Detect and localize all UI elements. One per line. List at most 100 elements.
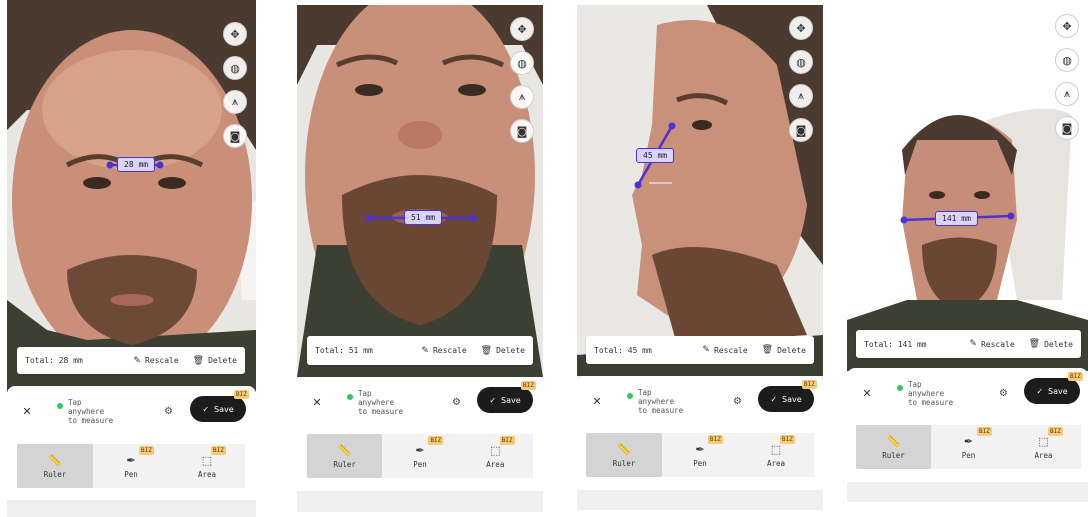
rescale-button[interactable]: ✎ Rescale (133, 356, 178, 366)
pen-icon: ✒ (695, 442, 705, 456)
save-button[interactable]: ✓ Save (1024, 378, 1080, 404)
face-scan-view[interactable]: 141 mm ✥ ◍ ⩚ ◙ Total: 141 mm ✎ Rescale 🗑 D… (847, 0, 1088, 371)
status-dot (897, 384, 903, 391)
status-dot (627, 392, 633, 399)
camera-icon[interactable]: ◙ (1055, 116, 1079, 140)
close-icon[interactable]: ✕ (587, 395, 607, 408)
total-measurement: Total: 51 mm (315, 346, 373, 355)
total-measurement: Total: 141 mm (864, 339, 927, 349)
save-button[interactable]: ✓ Save (477, 387, 533, 413)
rescale-button[interactable]: ✎ Rescale (421, 346, 466, 356)
rescale-button[interactable]: ✎ Rescale (969, 339, 1014, 349)
total-measurement: Total: 28 mm (25, 356, 83, 365)
ruler-icon: 📏 (48, 453, 62, 467)
tripod-icon[interactable]: ⩚ (223, 90, 247, 114)
screen-1: 28 mm ✥ ◍ ⩚ ◙ Total: 28 mm ✎ Rescale 🗑 Del… (7, 0, 256, 517)
tripod-icon[interactable]: ⩚ (789, 84, 813, 108)
delete-button[interactable]: 🗑 Delete (193, 356, 237, 366)
tab-area[interactable]: BIZ ⬚ Area (1006, 425, 1081, 469)
tripod-icon[interactable]: ⩚ (1055, 82, 1079, 106)
pen-icon: ✒ (126, 453, 136, 467)
ruler-icon: 📏 (886, 434, 901, 448)
screen-4: 141 mm ✥ ◍ ⩚ ◙ Total: 141 mm ✎ Rescale 🗑 D… (847, 0, 1088, 502)
measure-hint: Tap anywhere to measure (897, 380, 953, 407)
tab-area[interactable]: BIZ ⬚ Area (458, 434, 533, 478)
status-dot (347, 393, 353, 400)
bottom-sheet: ✕ Tap anywhere to measure ⚙ ✓ Save BIZ 📏 Rul… (297, 377, 543, 512)
measurement-label[interactable]: 45 mm (636, 148, 675, 163)
tripod-icon[interactable]: ⩚ (510, 85, 534, 109)
pen-biz-badge: BIZ (139, 446, 154, 455)
settings-icon[interactable]: ⚙ (452, 397, 461, 408)
pen-biz-badge: BIZ (428, 436, 444, 445)
pen-icon: ✒ (963, 434, 974, 448)
texture-icon[interactable]: ◍ (510, 51, 534, 75)
measurement-line[interactable] (577, 5, 823, 376)
measure-hint: Tap anywhere to measure (347, 389, 403, 416)
measurement-label[interactable]: 141 mm (935, 211, 978, 226)
view-toolbar: ✥ ◍ ⩚ ◙ (1055, 14, 1079, 140)
save-button[interactable]: ✓ Save (758, 386, 814, 412)
settings-icon[interactable]: ⚙ (999, 388, 1008, 399)
area-biz-badge: BIZ (499, 436, 515, 445)
rescale-button[interactable]: ✎ Rescale (702, 345, 747, 355)
delete-button[interactable]: 🗑 Delete (481, 346, 525, 356)
trash-icon: 🗑 (480, 345, 493, 356)
tab-ruler[interactable]: 📏 Ruler (586, 433, 662, 477)
tab-ruler[interactable]: 📏 Ruler (17, 444, 93, 488)
trash-icon: 🗑 (761, 345, 774, 355)
settings-icon[interactable]: ⚙ (164, 406, 173, 417)
close-icon[interactable]: ✕ (307, 396, 327, 409)
pencil-icon: ✎ (133, 355, 141, 366)
measurement-line[interactable] (7, 0, 256, 392)
tab-area[interactable]: BIZ ⬚ Area (738, 433, 814, 477)
tab-pen[interactable]: BIZ ✒ Pen (931, 425, 1006, 469)
settings-icon[interactable]: ⚙ (733, 396, 742, 407)
close-icon[interactable]: ✕ (17, 405, 37, 418)
camera-icon[interactable]: ◙ (510, 119, 534, 143)
tab-pen[interactable]: BIZ ✒ Pen (662, 433, 738, 477)
rotate-icon[interactable]: ✥ (1055, 14, 1079, 38)
rotate-icon[interactable]: ✥ (789, 16, 813, 40)
close-icon[interactable]: ✕ (857, 387, 877, 400)
measurement-label[interactable]: 28 mm (117, 157, 156, 172)
bottom-sheet: ✕ Tap anywhere to measure ⚙ ✓ Save BIZ 📏 Rul… (847, 368, 1088, 502)
screen-2: 51 mm ✥ ◍ ⩚ ◙ Total: 51 mm ✎ Rescale 🗑 Del… (297, 5, 543, 512)
save-biz-badge: BIZ (234, 390, 249, 399)
screen-3: 45 mm ✥ ◍ ⩚ ◙ Total: 45 mm ✎ Rescale 🗑 Del… (577, 5, 823, 510)
tool-tabs: 📏 Ruler BIZ ✒ Pen BIZ ⬚ Area (586, 433, 814, 477)
tab-ruler[interactable]: 📏 Ruler (307, 434, 383, 478)
area-icon: ⬚ (770, 442, 782, 456)
save-button[interactable]: ✓ Save (190, 396, 246, 422)
texture-icon[interactable]: ◍ (1055, 48, 1079, 72)
delete-button[interactable]: 🗑 Delete (1029, 339, 1073, 349)
total-bar: Total: 45 mm ✎ Rescale 🗑 Delete (586, 336, 814, 364)
tab-area[interactable]: BIZ ⬚ Area (169, 444, 245, 488)
face-scan-view[interactable]: 51 mm ✥ ◍ ⩚ ◙ Total: 51 mm ✎ Rescale 🗑 Del… (297, 5, 543, 377)
texture-icon[interactable]: ◍ (223, 56, 247, 80)
rotate-icon[interactable]: ✥ (223, 22, 247, 46)
face-scan-view[interactable]: 45 mm ✥ ◍ ⩚ ◙ Total: 45 mm ✎ Rescale 🗑 Del… (577, 5, 823, 376)
area-icon: ⬚ (201, 453, 213, 467)
delete-button[interactable]: 🗑 Delete (762, 345, 806, 355)
camera-icon[interactable]: ◙ (223, 124, 247, 148)
tab-ruler[interactable]: 📏 Ruler (856, 425, 931, 469)
camera-icon[interactable]: ◙ (789, 118, 813, 142)
footer-bar (847, 482, 1088, 502)
tab-pen[interactable]: BIZ ✒ Pen (382, 434, 457, 478)
area-icon: ⬚ (490, 443, 501, 457)
face-scan-view[interactable]: 28 mm ✥ ◍ ⩚ ◙ Total: 28 mm ✎ Rescale 🗑 Del… (7, 0, 256, 392)
total-bar: Total: 28 mm ✎ Rescale 🗑 Delete (17, 347, 245, 374)
measurement-line[interactable] (847, 0, 1088, 371)
tab-pen[interactable]: BIZ ✒ Pen (93, 444, 169, 488)
texture-icon[interactable]: ◍ (789, 50, 813, 74)
total-bar: Total: 51 mm ✎ Rescale 🗑 Delete (307, 336, 533, 365)
rotate-icon[interactable]: ✥ (510, 17, 534, 41)
measurement-label[interactable]: 51 mm (404, 210, 443, 225)
footer-bar (577, 490, 823, 510)
footer-bar (297, 491, 543, 512)
measurement-line[interactable] (297, 5, 543, 377)
tool-tabs: 📏 Ruler BIZ ✒ Pen BIZ ⬚ Area (17, 444, 245, 488)
view-toolbar: ✥ ◍ ⩚ ◙ (510, 17, 534, 143)
measure-hint: Tap anywhere to measure (627, 388, 683, 415)
